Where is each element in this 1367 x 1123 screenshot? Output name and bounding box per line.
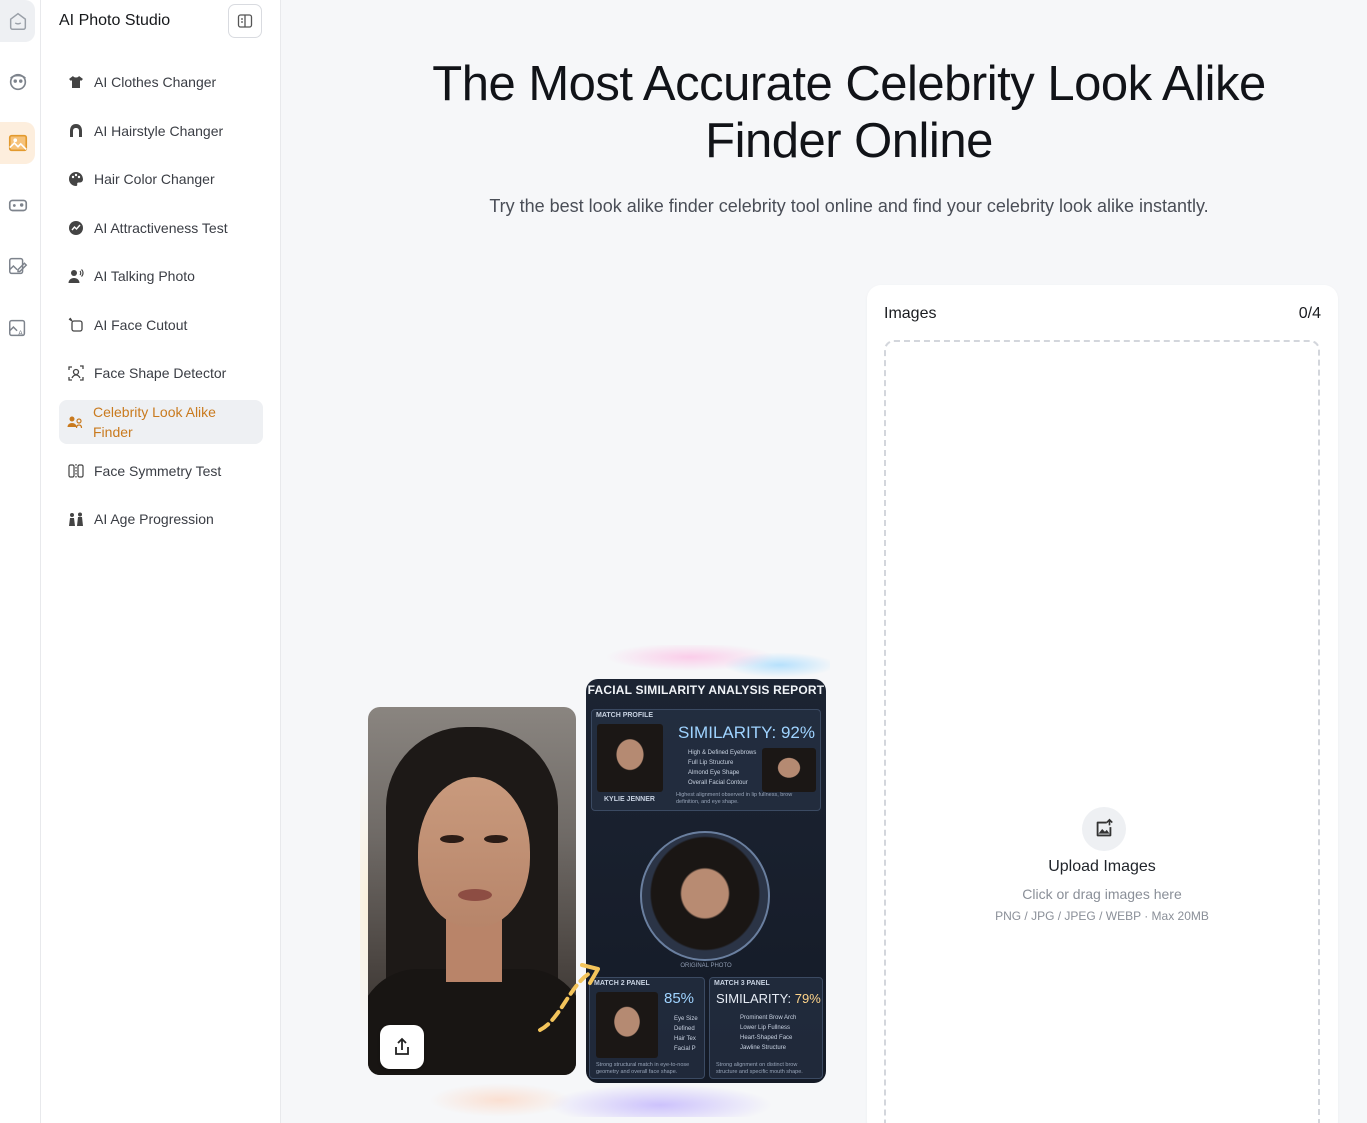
match-3-similarity: SIMILARITY: 79%: [716, 991, 821, 1006]
edit-image-icon[interactable]: [0, 245, 35, 287]
palette-icon: [67, 170, 85, 188]
face-rating-icon: [67, 219, 85, 237]
talking-person-icon: [67, 267, 85, 285]
sidebar-item-label: AI Face Cutout: [94, 316, 188, 333]
sidebar-item-label: Hair Color Changer: [94, 171, 215, 188]
sidebar-item-ai-hairstyle-changer[interactable]: AI Hairstyle Changer: [59, 107, 263, 156]
feature-item: Heart-Shaped Face: [740, 1035, 793, 1041]
image-count: 0/4: [1298, 305, 1321, 322]
image-dropzone[interactable]: Upload Images Click or drag images here …: [884, 340, 1320, 1123]
sidebar-title: AI Photo Studio: [59, 12, 171, 29]
collapse-sidebar-button[interactable]: [228, 4, 262, 38]
icon-rail: AI: [0, 0, 41, 1123]
sample-result-image: FACIAL SIMILARITY ANALYSIS REPORT MATCH …: [360, 645, 830, 1117]
sidebar-item-label: AI Clothes Changer: [94, 74, 217, 91]
feature-item: Jawline Structure: [740, 1045, 787, 1051]
upload-formats: PNG / JPG / JPEG / WEBP · Max 20MB: [995, 909, 1209, 923]
match-3-panel: MATCH 3 PANEL SIMILARITY: 79% Prominent …: [709, 977, 823, 1079]
crop-icon: [67, 316, 85, 334]
avatar-face-icon[interactable]: [0, 61, 35, 103]
feature-item: Eye Size: [674, 1016, 698, 1022]
upload-image-icon[interactable]: [1082, 807, 1126, 851]
people-match-icon: [66, 413, 84, 431]
original-thumbnail: [762, 748, 816, 792]
sidebar-item-hair-color-changer[interactable]: Hair Color Changer: [59, 155, 263, 204]
feature-item: Lower Lip Fullness: [740, 1025, 791, 1031]
game-controller-icon[interactable]: [0, 184, 35, 226]
sidebar-item-label: Face Shape Detector: [94, 365, 227, 382]
sidebar-item-label: AI Talking Photo: [94, 268, 195, 285]
match-profile-note: Highest alignment observed in lip fullne…: [676, 792, 793, 805]
match-profile-label: MATCH PROFILE: [596, 712, 654, 719]
upload-hint: Click or drag images here: [1022, 886, 1182, 902]
sidebar-item-ai-talking-photo[interactable]: AI Talking Photo: [59, 252, 263, 301]
match-profile-similarity: SIMILARITY: 92%: [678, 723, 815, 742]
original-photo-circle: [640, 831, 770, 961]
celebrity-photo: [597, 724, 663, 792]
sidebar-item-label: AI Attractiveness Test: [94, 219, 228, 236]
upload-card: Images 0/4 Upload Images Click or drag i…: [867, 285, 1338, 1123]
sidebar-item-label: Face Symmetry Test: [94, 462, 222, 479]
sidebar-item-ai-clothes-changer[interactable]: AI Clothes Changer: [59, 58, 263, 107]
match-3-label: MATCH 3 PANEL: [714, 980, 770, 987]
sidebar-item-face-shape-detector[interactable]: Face Shape Detector: [59, 349, 263, 398]
feature-item: Overall Facial Contour: [688, 780, 748, 786]
feature-item: Defined: [674, 1026, 695, 1032]
sidebar-item-celebrity-look-alike-finder[interactable]: Celebrity Look Alike Finder: [59, 399, 263, 444]
sidebar-item-ai-age-progression[interactable]: AI Age Progression: [59, 495, 263, 544]
feature-item: Full Lip Structure: [688, 760, 734, 766]
home-smile-icon[interactable]: [0, 0, 35, 42]
share-icon: [395, 1037, 409, 1055]
sidebar-item-label: Celebrity Look Alike Finder: [93, 403, 216, 440]
match-2-similarity: 85%: [664, 990, 695, 1007]
main-content: The Most Accurate Celebrity Look Alike F…: [281, 0, 1367, 1123]
face-scan-icon: [67, 364, 85, 382]
shirt-icon: [67, 73, 85, 91]
ai-image-icon[interactable]: AI: [0, 307, 35, 349]
panel-toggle-icon: [237, 14, 253, 28]
sidebar-item-label: AI Hairstyle Changer: [94, 122, 224, 139]
sidebar-item-ai-attractiveness-test[interactable]: AI Attractiveness Test: [59, 204, 263, 253]
page-subtitle: Try the best look alike finder celebrity…: [489, 196, 1209, 216]
match-profile-panel: MATCH PROFILE KYLIE JENNER SIMILARITY: 9…: [591, 709, 821, 811]
sidebar-item-label: AI Age Progression: [94, 511, 214, 528]
image-icon[interactable]: [0, 122, 35, 164]
upload-card-title: Images: [884, 305, 937, 322]
sidebar-nav: AI Clothes Changer AI Hairstyle Changer …: [59, 58, 263, 544]
svg-text:AI: AI: [18, 328, 25, 337]
feature-item: High & Defined Eyebrows: [688, 750, 757, 756]
feature-item: Almond Eye Shape: [688, 770, 740, 776]
match-3-note: Strong alignment on distinct brow struct…: [716, 1062, 803, 1075]
upload-images-label[interactable]: Upload Images: [886, 858, 1318, 876]
feature-item: Prominent Brow Arch: [740, 1015, 797, 1021]
sidebar-item-ai-face-cutout[interactable]: AI Face Cutout: [59, 301, 263, 350]
sidebar: AI Photo Studio AI Clothes Changer AI Ha…: [41, 0, 281, 1123]
symmetry-icon: [67, 462, 85, 480]
page-title: The Most Accurate Celebrity Look Alike F…: [432, 57, 1266, 168]
match-profile-name: KYLIE JENNER: [604, 796, 655, 803]
match-2-note: Strong structural match in eye-to-nose g…: [596, 1062, 690, 1075]
curved-arrow-decoration: [538, 963, 600, 1032]
report-title: FACIAL SIMILARITY ANALYSIS REPORT: [587, 683, 825, 697]
hairstyle-icon: [67, 122, 85, 140]
age-icon: [67, 510, 85, 528]
feature-item: Hair Tex: [674, 1036, 696, 1042]
sidebar-item-face-symmetry-test[interactable]: Face Symmetry Test: [59, 447, 263, 496]
share-button[interactable]: [380, 1025, 424, 1069]
feature-item: Facial P: [674, 1046, 696, 1052]
